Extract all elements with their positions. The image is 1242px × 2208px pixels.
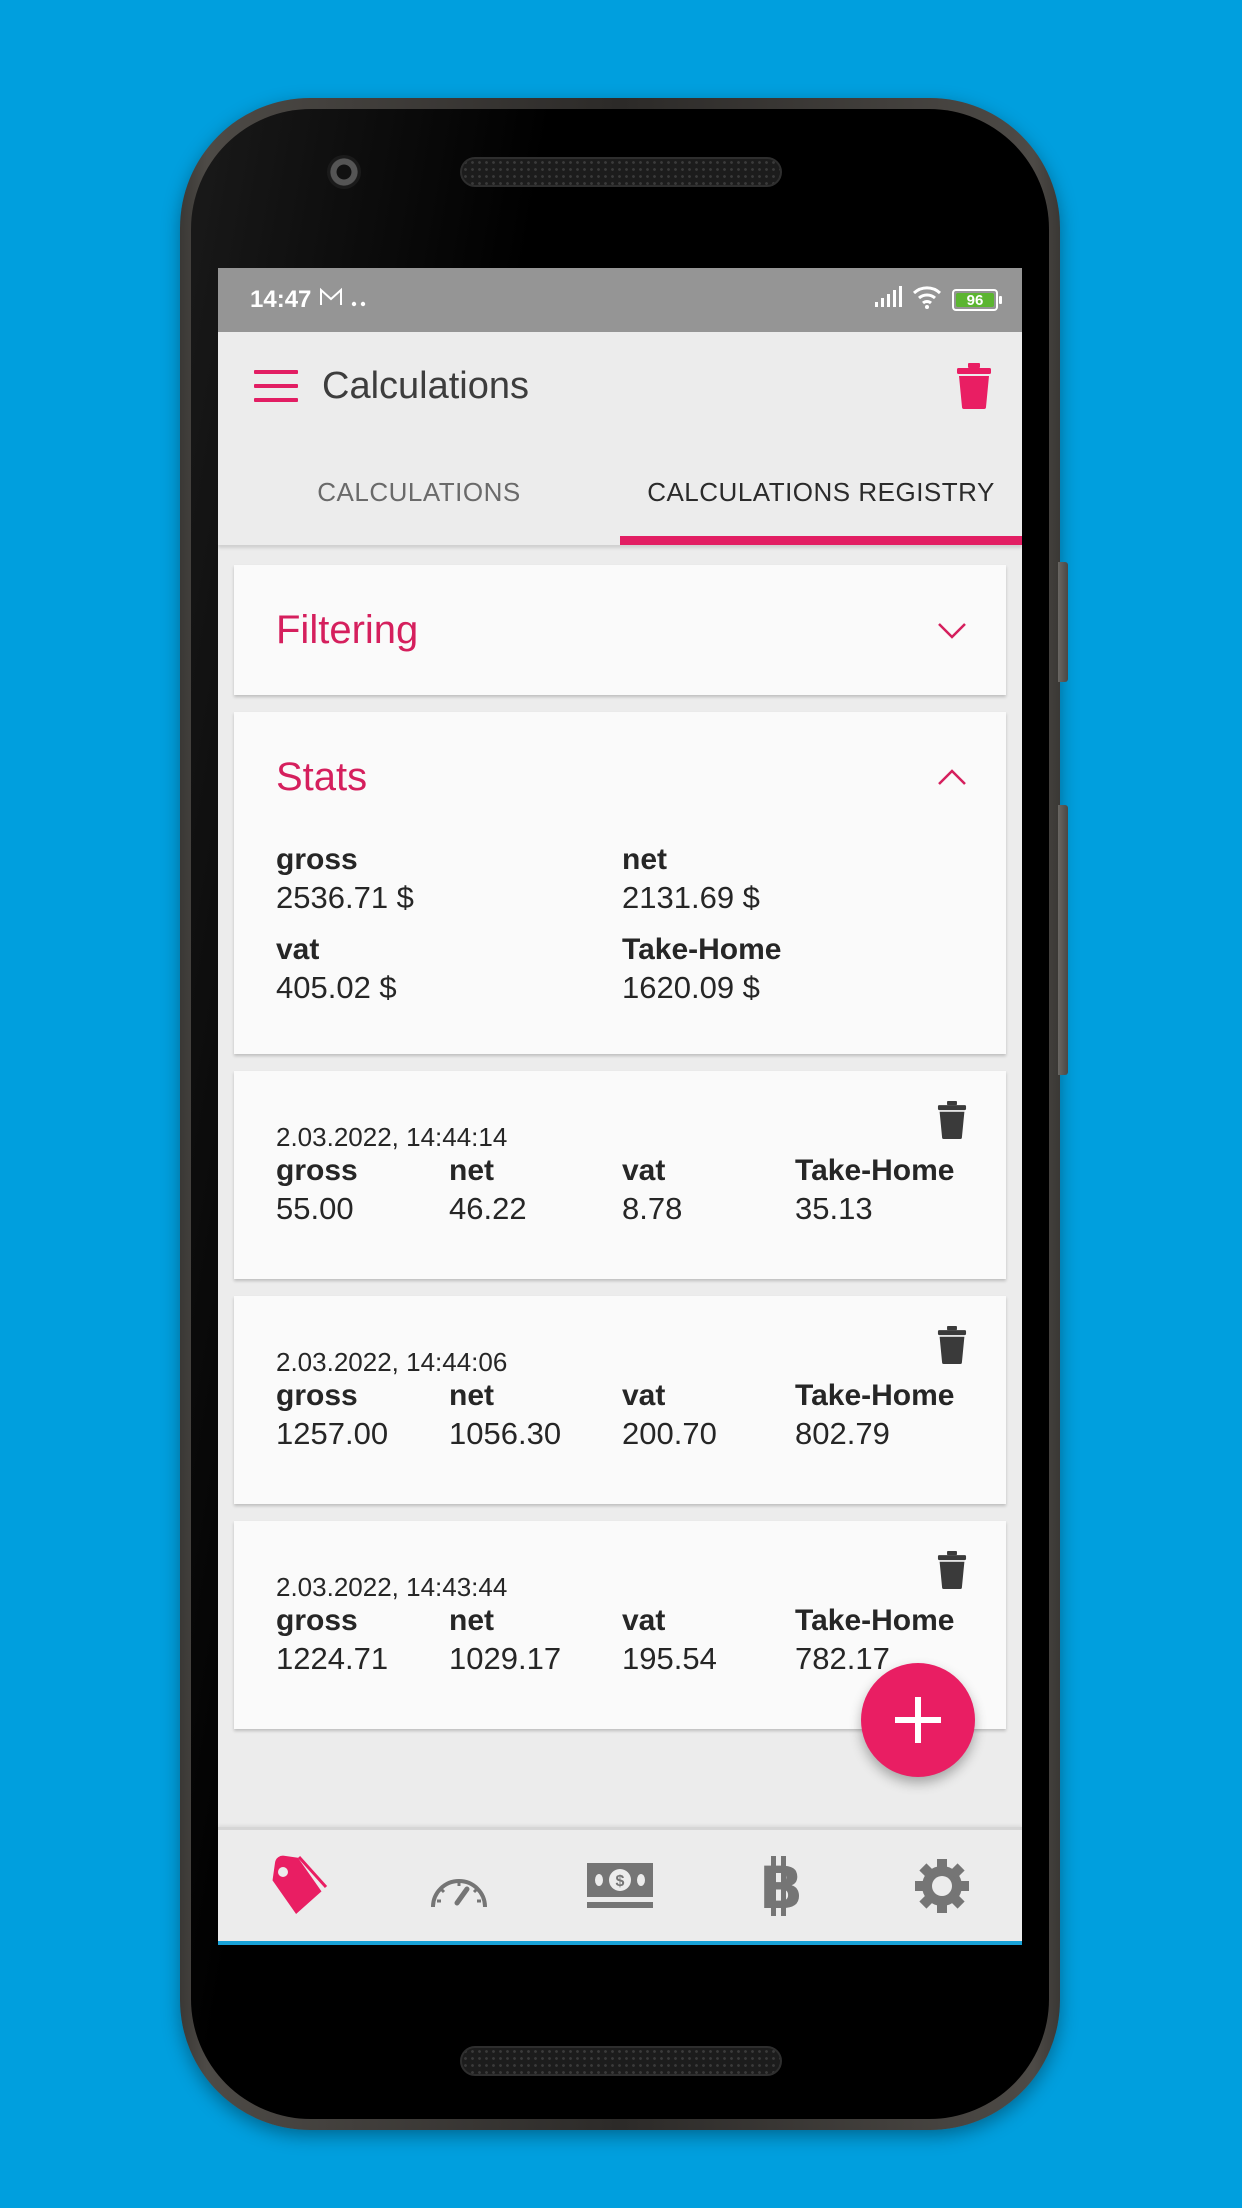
record-value: 35.13 — [795, 1191, 873, 1226]
gear-icon — [914, 1858, 969, 1913]
nav-item-settings[interactable] — [892, 1846, 992, 1926]
record-label: vat — [622, 1379, 666, 1412]
add-calculation-button[interactable] — [861, 1663, 975, 1777]
record-label: Take-Home — [795, 1604, 955, 1637]
record-label: Take-Home — [795, 1379, 955, 1412]
delete-all-button[interactable] — [946, 358, 1002, 414]
front-camera — [327, 155, 361, 189]
menu-icon[interactable] — [254, 370, 298, 402]
record-label: Take-Home — [795, 1154, 955, 1187]
stats-panel-header[interactable]: Stats — [234, 712, 1006, 842]
stat-label: net — [622, 843, 667, 876]
record-value: 200.70 — [622, 1416, 717, 1451]
record-label: gross — [276, 1379, 358, 1412]
record-label: net — [449, 1154, 494, 1187]
record-label: vat — [622, 1154, 666, 1187]
stat-net: net 2131.69 $ — [622, 842, 968, 918]
record-label: vat — [622, 1604, 666, 1637]
signal-icon — [874, 285, 902, 315]
stats-panel: Stats gross 2536.71 $ net 2131.69 $ vat … — [234, 712, 1006, 1054]
cash-icon: $ — [586, 1862, 653, 1908]
stat-vat: vat 405.02 $ — [276, 932, 622, 1008]
status-time: 14:47 — [250, 286, 312, 313]
record-value: 802.79 — [795, 1416, 890, 1451]
filtering-title: Filtering — [276, 607, 419, 652]
stat-label: gross — [276, 843, 358, 876]
tab-calculations[interactable]: CALCULATIONS — [218, 440, 620, 545]
record-datetime: 2.03.2022, 14:44:06 — [276, 1347, 508, 1377]
earpiece-speaker — [460, 157, 782, 187]
price-tag-icon — [272, 1855, 328, 1914]
chevron-up-icon — [938, 769, 966, 785]
record-label: gross — [276, 1154, 358, 1187]
record-value: 1056.30 — [449, 1416, 562, 1451]
delete-record-button[interactable] — [936, 1326, 976, 1372]
registry-content: Filtering Stats gross 2536.71 $ net 2131… — [218, 545, 1022, 1729]
wifi-icon — [912, 285, 942, 316]
trash-icon — [937, 1551, 967, 1589]
page-title: Calculations — [322, 364, 529, 407]
speedometer-icon — [431, 1878, 488, 1907]
record-value: 8.78 — [622, 1191, 683, 1226]
record-value: 1224.71 — [276, 1641, 389, 1676]
filtering-panel: Filtering — [234, 565, 1006, 695]
delete-record-button[interactable] — [936, 1551, 976, 1597]
battery-level: 96 — [956, 292, 994, 309]
bottom-navigation: $ B — [218, 1827, 1022, 1945]
trash-icon — [957, 363, 991, 409]
app-bar: Calculations — [218, 332, 1022, 440]
stats-title: Stats — [276, 754, 368, 799]
stat-value: 2536.71 $ — [276, 880, 414, 915]
record-datetime: 2.03.2022, 14:44:14 — [276, 1122, 508, 1152]
record-value: 46.22 — [449, 1191, 527, 1226]
svg-text:$: $ — [616, 1873, 625, 1890]
plus-icon — [895, 1697, 941, 1743]
trash-icon — [937, 1326, 967, 1364]
nav-item-price-tag[interactable] — [248, 1846, 348, 1926]
record-columns: gross 55.00 net 46.22 vat 8.78 Take-Home 35.… — [276, 1153, 964, 1229]
stat-value: 1620.09 $ — [622, 970, 760, 1005]
battery-icon: 96 — [952, 289, 1002, 311]
delete-record-button[interactable] — [936, 1101, 976, 1147]
stat-take-home: Take-Home 1620.09 $ — [622, 932, 968, 1008]
record-value: 195.54 — [622, 1641, 717, 1676]
calculation-record: 2.03.2022, 14:44:06 gross 1257.00 net 1056… — [234, 1296, 1006, 1504]
record-label: net — [449, 1379, 494, 1412]
record-value: 55.00 — [276, 1191, 354, 1226]
app-screen: 14:47 96 Calculations CALCULATIONS CALCU… — [218, 268, 1022, 1945]
trash-icon — [937, 1101, 967, 1139]
volume-button — [1058, 805, 1068, 1075]
more-dots-icon — [351, 286, 367, 314]
calculation-record: 2.03.2022, 14:44:14 gross 55.00 net 46.22 … — [234, 1071, 1006, 1279]
nav-item-speedometer[interactable] — [409, 1846, 509, 1926]
record-value: 1029.17 — [449, 1641, 562, 1676]
nav-item-bitcoin[interactable]: B — [731, 1846, 831, 1926]
stat-gross: gross 2536.71 $ — [276, 842, 622, 918]
record-label: gross — [276, 1604, 358, 1637]
stat-label: Take-Home — [622, 933, 782, 966]
nav-item-cash[interactable]: $ — [570, 1846, 670, 1926]
chevron-down-icon — [938, 623, 966, 639]
record-value: 1257.00 — [276, 1416, 389, 1451]
stats-grid: gross 2536.71 $ net 2131.69 $ vat 405.02… — [234, 842, 1006, 1054]
stat-value: 2131.69 $ — [622, 880, 760, 915]
record-columns: gross 1257.00 net 1056.30 vat 200.70 Take-H… — [276, 1378, 964, 1454]
stat-label: vat — [276, 933, 320, 966]
bottom-speaker — [460, 2046, 782, 2076]
status-bar: 14:47 96 — [218, 268, 1022, 332]
record-columns: gross 1224.71 net 1029.17 vat 195.54 Take-H… — [276, 1603, 964, 1679]
filtering-panel-header[interactable]: Filtering — [234, 565, 1006, 695]
stat-value: 405.02 $ — [276, 970, 397, 1005]
power-button — [1058, 562, 1068, 682]
tab-calculations-registry[interactable]: CALCULATIONS REGISTRY — [620, 440, 1022, 545]
record-datetime: 2.03.2022, 14:43:44 — [276, 1572, 508, 1602]
record-label: net — [449, 1604, 494, 1637]
gmail-icon — [319, 286, 343, 314]
tab-bar: CALCULATIONS CALCULATIONS REGISTRY — [218, 440, 1022, 545]
bitcoin-icon: B — [759, 1855, 803, 1916]
